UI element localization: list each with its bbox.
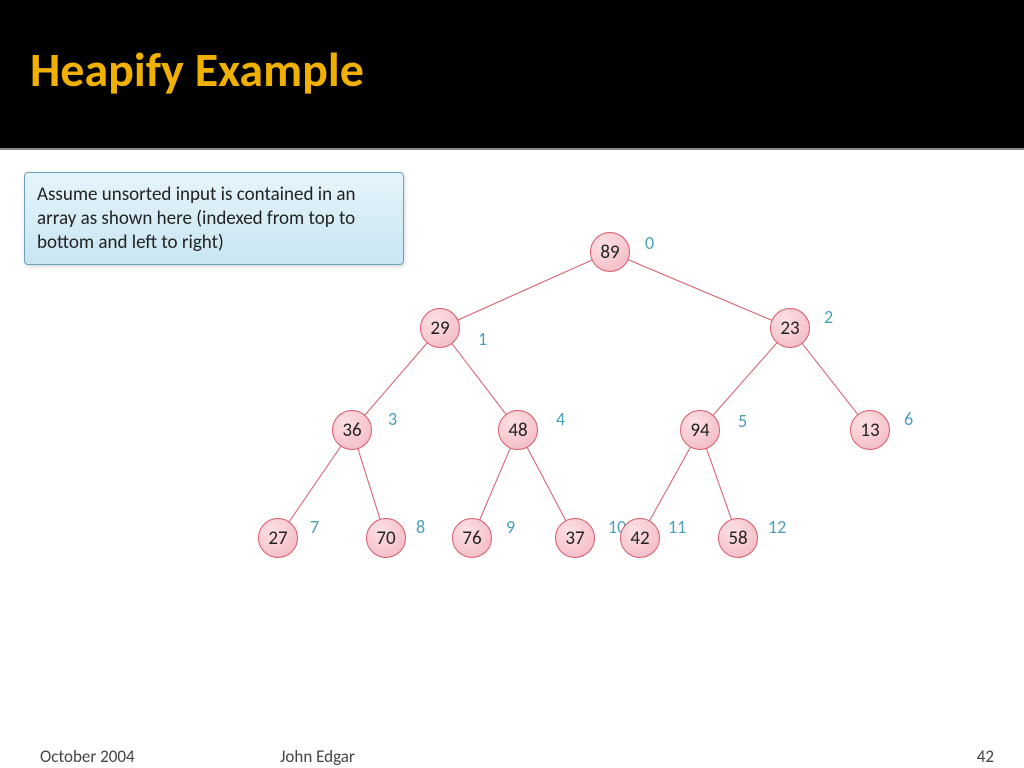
slide-title: Heapify Example [30,40,1024,99]
tree-node-index: 12 [768,516,786,538]
footer-page: 42 [977,746,994,767]
tree-edges [0,150,1024,630]
tree-node: 13 [850,410,890,450]
tree-node-index: 11 [668,516,686,538]
tree-node: 42 [620,518,660,558]
tree-node-index: 0 [645,232,654,254]
tree-node-index: 8 [416,516,425,538]
tree-node-index: 9 [506,516,515,538]
tree-node: 36 [332,410,372,450]
tree-node: 58 [718,518,758,558]
tree-node: 70 [366,518,406,558]
tree-node-index: 1 [478,328,487,350]
tree-node: 27 [258,518,298,558]
tree-node-index: 2 [824,306,833,328]
tree-node: 23 [770,308,810,348]
footer-date: October 2004 [40,746,135,767]
tree-node: 89 [590,232,630,272]
tree-node: 48 [498,410,538,450]
tree-node-index: 6 [904,408,913,430]
tree-node: 94 [680,410,720,450]
title-bar: Heapify Example [0,0,1024,148]
tree-node-index: 3 [388,408,397,430]
tree-node-index: 5 [738,410,747,432]
tree-node: 29 [420,308,460,348]
tree-node-index: 4 [556,408,565,430]
tree-node: 76 [452,518,492,558]
footer-author: John Edgar [280,746,355,767]
tree-node: 37 [555,518,595,558]
tree-node-index: 7 [310,516,319,538]
heap-tree-diagram: 8902912323634849451362777087693710421158… [0,150,1024,630]
